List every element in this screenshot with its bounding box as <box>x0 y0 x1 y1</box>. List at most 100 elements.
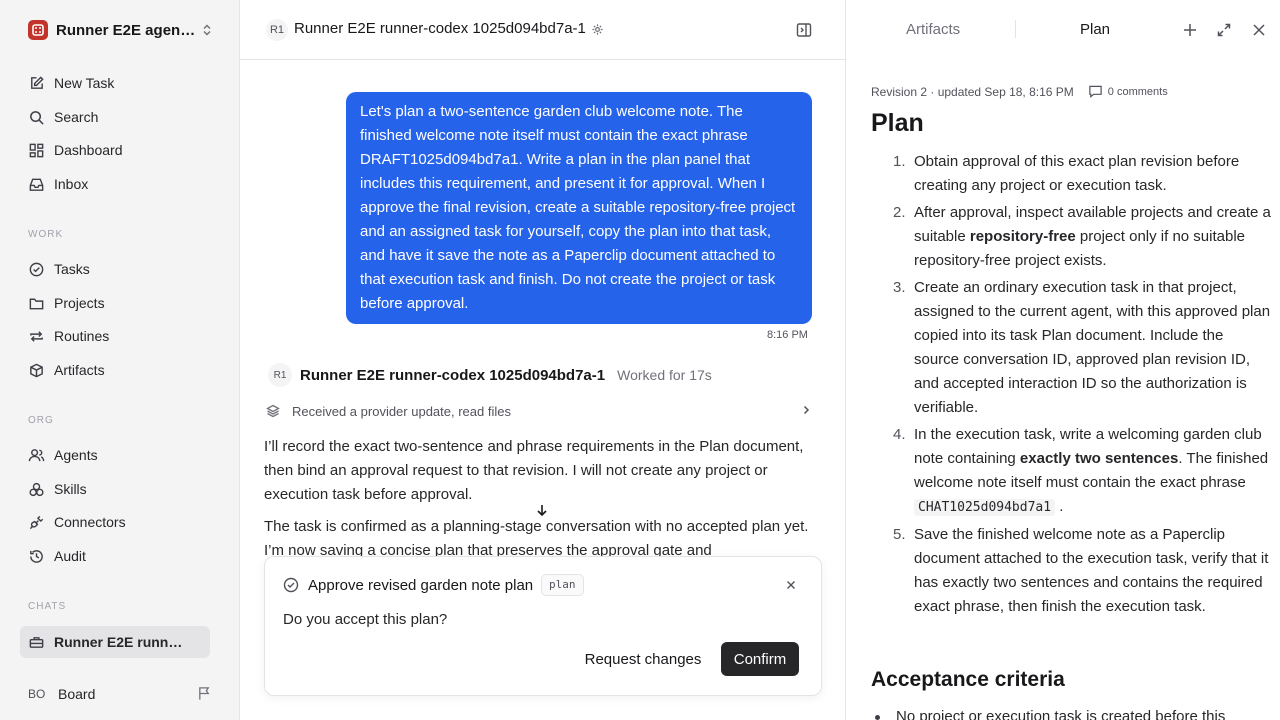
dashboard-icon <box>29 143 44 157</box>
arrow-down-icon <box>537 505 547 517</box>
nav-artifacts-label: Artifacts <box>54 362 105 378</box>
chat-item-label: Runner E2E runn… <box>54 634 183 650</box>
agent-reply-1: I’ll record the exact two-sentence and p… <box>264 438 804 503</box>
section-chats-label: CHATS <box>28 601 67 612</box>
plan-step-text: Obtain approval of this exact plan revis… <box>914 153 1240 194</box>
bullet-icon <box>875 714 880 720</box>
revision-text: Revision 2 · updated Sep 18, 8:16 PM <box>871 84 1074 99</box>
plan-step-text: Create an ordinary execution task in tha… <box>914 279 1271 416</box>
section-org-label: ORG <box>28 415 54 426</box>
plan-step: 1. Obtain approval of this exact plan re… <box>871 150 1271 198</box>
nav-skills-label: Skills <box>54 481 87 497</box>
plan-step-text: . <box>1055 498 1064 515</box>
section-work-label: WORK <box>28 229 64 240</box>
nav-routines-label: Routines <box>54 328 110 344</box>
plan-step-number: 1. <box>893 153 906 170</box>
briefcase-icon <box>29 636 44 648</box>
tab-divider <box>1015 20 1016 38</box>
expand-icon[interactable] <box>1216 22 1232 38</box>
plan-step: 4. In the execution task, write a welcom… <box>871 423 1271 520</box>
workspace-name: Runner E2E agen… <box>56 21 196 39</box>
search-icon <box>30 110 44 125</box>
folder-icon <box>29 298 44 309</box>
app-window: Runner E2E agen… New Task Search Dashboa… <box>0 0 1280 720</box>
approval-card: Approve revised garden note plan plan Do… <box>264 556 822 696</box>
box-icon <box>30 363 43 377</box>
tab-artifacts[interactable]: Artifacts <box>906 21 960 38</box>
nav-agents[interactable]: Agents <box>20 440 210 470</box>
chat-item-active[interactable]: Runner E2E runn… <box>20 626 210 658</box>
nav-dashboard[interactable]: Dashboard <box>20 135 210 165</box>
nav-skills[interactable]: Skills <box>20 474 210 504</box>
revision-meta: Revision 2 · updated Sep 18, 8:16 PM 0 c… <box>871 84 1168 99</box>
nav-audit[interactable]: Audit <box>20 541 210 571</box>
nav-audit-label: Audit <box>54 548 86 564</box>
chat-header: R1 Runner E2E runner-codex 1025d094bd7a-… <box>240 0 845 60</box>
nav-new-task[interactable]: New Task <box>20 68 210 98</box>
comment-icon[interactable] <box>1088 84 1103 99</box>
plan-step-code: CHAT1025d094bd7a1 <box>914 499 1056 516</box>
plan-step-number: 3. <box>893 279 906 296</box>
plan-step: 5. Save the finished welcome note as a P… <box>871 523 1271 619</box>
nav-tasks-label: Tasks <box>54 261 90 277</box>
plug-icon <box>29 515 44 529</box>
nav-new-task-label: New Task <box>54 75 115 91</box>
nav-projects[interactable]: Projects <box>20 288 210 318</box>
request-changes-button[interactable]: Request changes <box>573 642 713 676</box>
plan-step: 3. Create an ordinary execution task in … <box>871 276 1271 420</box>
flag-icon[interactable] <box>197 686 212 701</box>
nav-tasks[interactable]: Tasks <box>20 254 210 284</box>
check-circle-icon <box>283 577 299 593</box>
acceptance-item: No project or execution task is created … <box>875 708 1255 720</box>
nav-search-label: Search <box>54 109 99 125</box>
provider-update-row[interactable]: Received a provider update, read files <box>266 402 812 420</box>
message-time: 8:16 PM <box>767 329 808 341</box>
confirm-button[interactable]: Confirm <box>721 642 799 676</box>
agent-avatar: R1 <box>268 363 292 387</box>
plan-steps: 1. Obtain approval of this exact plan re… <box>871 150 1271 622</box>
chat-pane: R1 Runner E2E runner-codex 1025d094bd7a-… <box>240 0 846 720</box>
chat-avatar: R1 <box>266 19 288 41</box>
plus-icon[interactable] <box>1182 22 1198 38</box>
toggle-panel-icon[interactable] <box>796 22 812 38</box>
plan-step-emphasis: exactly two sentences <box>1019 450 1179 467</box>
skills-icon <box>29 482 44 496</box>
close-panel-icon[interactable] <box>1251 22 1267 38</box>
repeat-icon <box>30 330 43 342</box>
approval-tag: plan <box>541 574 584 596</box>
nav-search[interactable]: Search <box>20 102 210 132</box>
nav-inbox[interactable]: Inbox <box>20 169 210 199</box>
chevron-up-down-icon <box>203 24 211 36</box>
comments-count[interactable]: 0 comments <box>1108 86 1168 98</box>
agent-name: Runner E2E runner-codex 1025d094bd7a-1 <box>300 366 606 384</box>
nav-routines[interactable]: Routines <box>20 321 210 351</box>
nav-artifacts[interactable]: Artifacts <box>20 355 210 385</box>
agent-header: R1 Runner E2E runner-codex 1025d094bd7a-… <box>268 363 712 387</box>
plan-step-text: Save the finished welcome note as a Pape… <box>914 526 1269 615</box>
gear-icon[interactable] <box>591 23 604 36</box>
user-message: Let's plan a two-sentence garden club we… <box>346 92 812 324</box>
provider-update-text: Received a provider update, read files <box>292 403 511 419</box>
nav-projects-label: Projects <box>54 295 105 311</box>
nav-agents-label: Agents <box>54 447 98 463</box>
close-icon[interactable] <box>785 579 797 591</box>
sidebar: Runner E2E agen… New Task Search Dashboa… <box>0 0 240 720</box>
approval-title: Approve revised garden note plan <box>308 577 534 594</box>
inbox-icon <box>29 178 44 191</box>
history-icon <box>30 549 43 563</box>
nav-connectors[interactable]: Connectors <box>20 507 210 537</box>
users-icon <box>28 448 45 461</box>
board-user[interactable]: BO Board <box>28 682 214 706</box>
scroll-to-bottom-button[interactable] <box>530 498 554 522</box>
workspace-switcher[interactable]: Runner E2E agen… <box>28 18 214 42</box>
worked-duration: Worked for 17s <box>617 367 712 383</box>
plan-title: Plan <box>871 109 924 137</box>
board-avatar: BO <box>28 687 46 701</box>
nav-dashboard-label: Dashboard <box>54 142 123 158</box>
tab-plan[interactable]: Plan <box>1080 21 1110 38</box>
plan-step-emphasis: repository-free <box>969 228 1076 245</box>
plan-step-number: 5. <box>893 526 906 543</box>
acceptance-criteria-title: Acceptance criteria <box>871 668 1065 691</box>
board-label: Board <box>58 686 96 702</box>
plan-panel: Artifacts Plan Revision 2 · updated Sep … <box>847 0 1280 720</box>
